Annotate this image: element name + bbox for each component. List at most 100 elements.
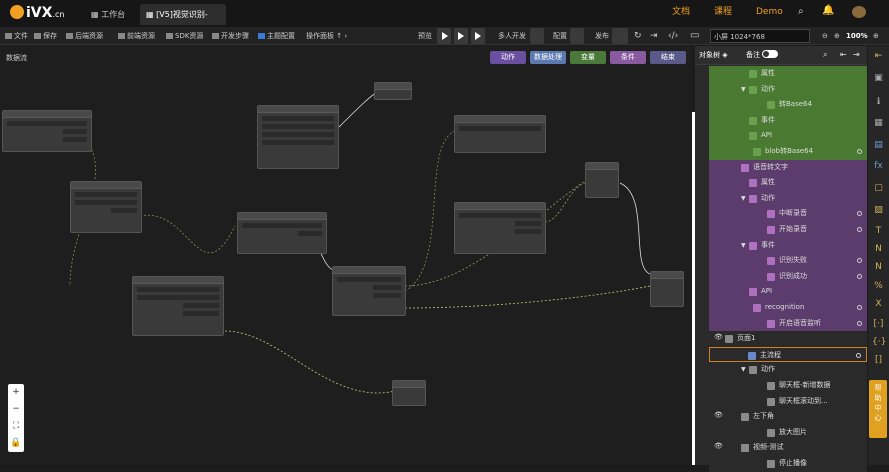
export-icon[interactable]: ⇥ [650,27,658,45]
info-icon[interactable]: ℹ [872,96,885,108]
expand-arrow-icon[interactable]: ▼ [741,82,746,97]
tree-row[interactable]: API [709,284,867,300]
tree-row[interactable]: ▼ 动作 [709,190,867,207]
tree-row[interactable]: 属性 [709,175,867,191]
flow-node[interactable] [2,110,92,152]
zoom-out-icon[interactable]: − [8,401,24,418]
flow-node[interactable] [454,202,546,254]
status-dot-icon[interactable] [857,320,862,326]
flow-node[interactable] [257,105,339,169]
dev-steps-button[interactable]: 开发步骤 [212,27,249,45]
tree-row[interactable]: 中断录音 [709,206,867,222]
tree-row[interactable]: ▼ 动作 [709,81,867,98]
tree-row[interactable]: 页面1 [709,331,867,347]
play-next-icon[interactable] [471,28,485,44]
tree-row[interactable]: recognition [709,300,867,316]
status-dot-icon[interactable] [857,211,862,217]
x-icon[interactable]: X [872,298,885,310]
status-dot-icon[interactable] [857,149,862,154]
refresh-icon[interactable]: ↻ [634,27,642,45]
zoom-in-icon[interactable]: ⊕ [834,27,840,45]
flow-node[interactable] [650,271,684,307]
eye-icon[interactable]: 👁 [714,411,723,419]
save-button[interactable]: 保存 [34,27,57,45]
percent-icon[interactable]: % [872,280,885,292]
flow-node[interactable] [237,212,327,254]
tree-row[interactable]: 视频-测试 [709,440,867,456]
bell-icon[interactable]: 🔔 [822,5,834,16]
number-icon[interactable]: N [872,243,885,255]
bracket-icon[interactable]: [·] [872,318,885,330]
avatar[interactable] [852,6,866,18]
tab-project[interactable]: ▦ [V5]视觉识别-AI... ✕ [140,4,226,40]
tree-row[interactable]: API [709,128,867,144]
docs-link[interactable]: 文档 [672,0,690,24]
expand-icon[interactable]: ⇥ [853,50,860,59]
file-menu[interactable]: 文件 [5,27,28,45]
eye-icon[interactable]: 👁 [714,333,723,341]
box-icon[interactable]: ▢ [872,182,885,194]
array-icon[interactable]: [] [872,354,885,366]
text-icon[interactable]: T [872,225,885,237]
tree-row[interactable]: 属性 [709,66,867,82]
flow-node[interactable] [374,82,412,100]
n-list-icon[interactable]: N [872,261,885,273]
flow-node[interactable] [70,181,142,233]
search-icon[interactable]: ⌕ [823,50,827,60]
user-icon[interactable] [530,28,544,44]
help-center-button[interactable]: 帮助中心 [869,380,887,438]
flow-node[interactable] [454,115,546,153]
tree-row[interactable]: 语音转文字 [709,159,867,176]
status-dot-icon[interactable] [857,305,862,310]
status-dot-icon[interactable] [857,227,862,232]
fx-icon[interactable]: fx [872,160,885,172]
flow-node[interactable] [392,380,426,406]
tree-row[interactable]: 停止播像 [709,456,867,472]
theme-config-button[interactable]: 主题配置 [258,27,295,45]
tree-row[interactable]: 事件 [709,112,867,129]
grid-icon[interactable]: ▦ [872,117,885,129]
code-icon[interactable]: ‹/› [668,27,678,45]
zoom-in-icon[interactable]: + [8,384,24,401]
status-dot-icon[interactable] [856,352,861,358]
object-tree-tab[interactable]: 对象树 ◈ [699,50,728,60]
flow-node[interactable] [332,266,406,316]
tree-row[interactable]: 聊天框-新增数据 [709,378,867,394]
app-logo[interactable]: iVX.cn [10,5,64,21]
course-link[interactable]: 课程 [714,0,732,24]
send-icon[interactable] [612,28,628,44]
lock-icon[interactable]: 🔒 [8,435,24,452]
zoom-out-icon[interactable]: ⊖ [822,27,828,45]
operation-panel-button[interactable]: 操作面板 ↑ › [306,27,347,45]
expand-arrow-icon[interactable]: ▼ [741,191,746,206]
layer-icon[interactable]: ▣ [872,72,885,84]
note-switch[interactable] [762,50,779,58]
note-toggle[interactable]: 备注 [746,50,779,60]
monitor-icon[interactable]: ▭ [690,27,699,45]
frontend-resources-button[interactable]: 前端资源 [118,27,155,45]
status-dot-icon[interactable] [857,258,862,264]
sliders-icon[interactable] [570,28,584,44]
expand-arrow-icon[interactable]: ▼ [741,238,746,253]
tree-row[interactable]: 开始录音 [709,222,867,238]
tree-row[interactable]: ▼ 动作 [709,362,867,378]
expand-arrow-icon[interactable]: ▼ [741,362,746,377]
eye-icon[interactable]: 👁 [714,442,723,450]
device-select[interactable]: 小屏 1024*768 [710,29,810,43]
demo-link[interactable]: Demo [756,0,783,24]
search-icon[interactable]: ⌕ [798,6,804,17]
tree-row[interactable]: blob转Base64 [709,144,867,160]
play-icon[interactable] [437,28,451,44]
tree-row[interactable]: 聊天框滚动到... [709,393,867,410]
tab-workbench[interactable]: ▦ 工作台 [85,4,137,25]
flow-node[interactable] [132,276,224,336]
tree-row[interactable]: 识别成功 [709,268,867,285]
status-dot-icon[interactable] [857,273,862,279]
tree-row[interactable]: 左下角 [709,409,867,425]
object-icon[interactable]: {·} [872,336,886,348]
pin-icon[interactable]: ⇤ [872,50,885,62]
image-icon[interactable]: ▨ [872,204,885,216]
fit-screen-icon[interactable]: ⛶ [8,418,24,435]
play-step-icon[interactable] [454,28,468,44]
tree-row[interactable]: ▼ 事件 [709,237,867,254]
